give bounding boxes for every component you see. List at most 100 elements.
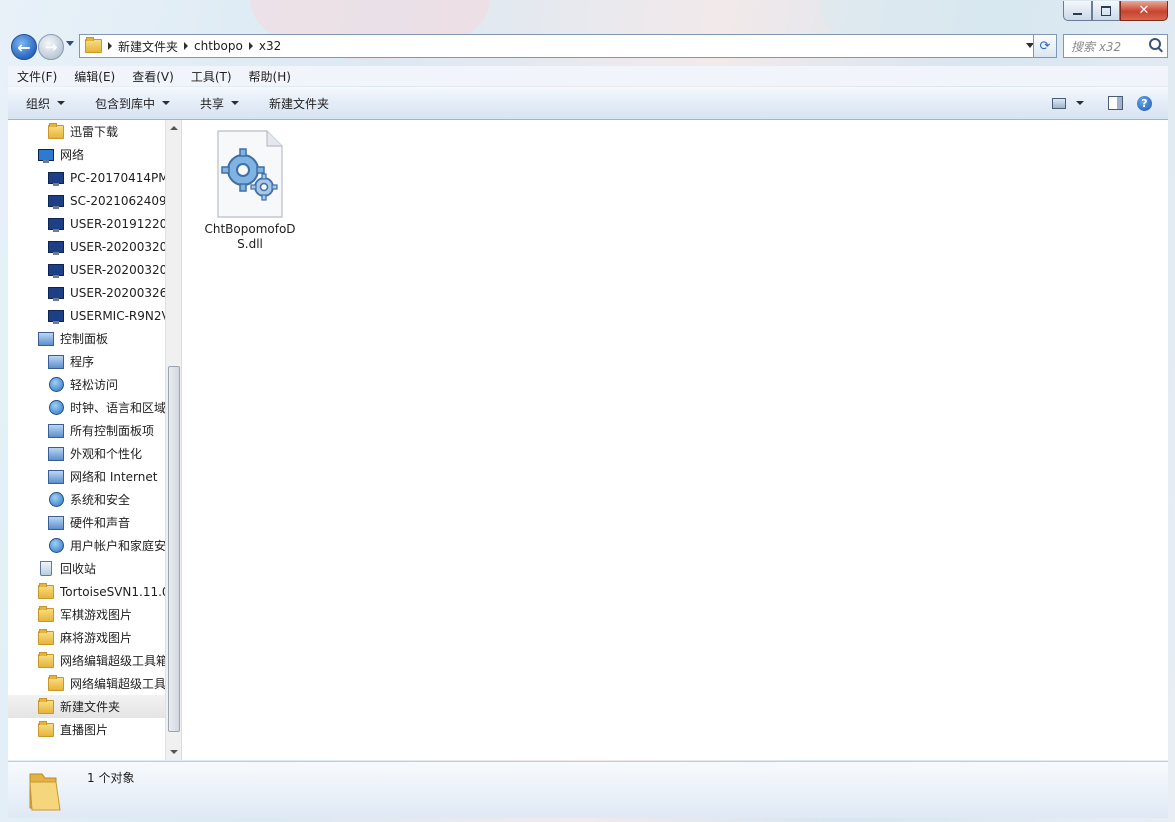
chevron-down-icon [57, 101, 66, 105]
organize-button[interactable]: 组织 [8, 95, 77, 112]
include-in-library-label: 包含到库中 [95, 96, 156, 111]
view-icon [1052, 97, 1066, 109]
folder-icon [26, 768, 70, 812]
hardware-sound-icon [48, 515, 64, 531]
breadcrumb-item[interactable]: 新建文件夹 [112, 38, 184, 55]
nav-item-label: 轻松访问 [70, 378, 119, 392]
nav-item-label: TortoiseSVN1.11.0 [60, 584, 165, 599]
breadcrumb-item[interactable]: x32 [253, 39, 287, 53]
nav-item-label: 控制面板 [60, 332, 109, 346]
network-internet-icon [48, 469, 64, 485]
help-button[interactable]: ? [1137, 95, 1152, 111]
navigation-pane: 迅雷下载网络 PC-20170414PM SC-20210624091 USER-20… [8, 120, 182, 760]
nav-item-label: 网络 [60, 148, 85, 162]
nav-item[interactable]: 用户帐户和家庭安全 [8, 534, 165, 557]
nav-item[interactable]: 外观和个性化 [8, 442, 165, 465]
preview-pane-button[interactable] [1108, 96, 1123, 110]
nav-item[interactable]: 迅雷下载 [8, 120, 165, 143]
maximize-button[interactable] [1092, 1, 1120, 21]
close-button[interactable]: ✕ [1120, 1, 1168, 21]
nav-item[interactable]: 回收站 [8, 557, 165, 580]
window-frame: ✕ ← → 新建文件夹 chtbopo x32 ⟳ 搜索 x32 文件(F) 编… [0, 0, 1175, 822]
nav-item-label: 军棋游戏图片 [60, 608, 133, 622]
clock-language-icon [48, 400, 64, 416]
nav-item-label: 网络编辑超级工具 [70, 677, 165, 691]
nav-item[interactable]: 新建文件夹 [8, 695, 165, 718]
chevron-down-icon [162, 101, 171, 105]
nav-item[interactable]: 网络和 Internet [8, 465, 165, 488]
minimize-button[interactable] [1063, 1, 1092, 21]
details-pane: 1 个对象 [8, 761, 1168, 818]
recent-pages-dropdown[interactable] [66, 41, 74, 46]
nav-item[interactable]: 军棋游戏图片 [8, 603, 165, 626]
dll-file-icon-graphic [217, 130, 283, 218]
nav-item[interactable]: 系统和安全 [8, 488, 165, 511]
command-bar-right: ? [1052, 87, 1168, 119]
recycle-bin-icon [38, 561, 54, 577]
nav-item[interactable]: 所有控制面板项 [8, 419, 165, 442]
nav-item-label: 迅雷下载 [70, 125, 119, 139]
file-name: ChtBopomofoDS.dll [204, 222, 296, 251]
menu-edit[interactable]: 编辑(E) [65, 68, 123, 85]
share-label: 共享 [200, 96, 225, 111]
menu-file[interactable]: 文件(F) [8, 68, 65, 85]
nav-item[interactable]: SC-20210624091 [8, 189, 165, 212]
nav-item[interactable]: 麻将游戏图片 [8, 626, 165, 649]
share-button[interactable]: 共享 [182, 95, 251, 112]
nav-item[interactable]: 硬件和声音 [8, 511, 165, 534]
nav-item[interactable]: USERMIC-R9N2V [8, 304, 165, 327]
forward-button[interactable]: → [38, 34, 64, 60]
system-security-icon [48, 492, 64, 508]
folder-icon-graphic [29, 773, 61, 811]
nav-item[interactable]: USER-20200320( [8, 258, 165, 281]
nav-item[interactable]: 轻松访问 [8, 373, 165, 396]
nav-scrollbar[interactable] [165, 120, 181, 760]
nav-item[interactable]: 控制面板 [8, 327, 165, 350]
folder-icon [38, 582, 54, 600]
menu-tools[interactable]: 工具(T) [182, 68, 240, 85]
nav-item[interactable]: USER-20200326V [8, 281, 165, 304]
search-input[interactable]: 搜索 x32 [1063, 34, 1168, 58]
nav-item[interactable]: 网络编辑超级工具箱 [8, 649, 165, 672]
file-item[interactable]: ChtBopomofoDS.dll [200, 130, 300, 252]
address-bar[interactable]: 新建文件夹 chtbopo x32 [79, 34, 1039, 58]
nav-item[interactable]: USER-20191220I [8, 212, 165, 235]
nav-item[interactable]: TortoiseSVN1.11.0 [8, 580, 165, 603]
nav-item-label: 程序 [70, 355, 95, 369]
nav-item-label: 所有控制面板项 [70, 424, 155, 438]
computer-icon [48, 239, 64, 255]
nav-item[interactable]: 网络 [8, 143, 165, 166]
scroll-thumb[interactable] [168, 366, 180, 732]
search-placeholder: 搜索 x32 [1071, 40, 1122, 54]
change-view-button[interactable] [1052, 97, 1084, 109]
nav-item-label: 硬件和声音 [70, 516, 131, 530]
file-list: ChtBopomofoDS.dll [182, 120, 1168, 760]
nav-item-label: 网络和 Internet [70, 470, 158, 484]
nav-item[interactable]: 程序 [8, 350, 165, 373]
network-icon [38, 147, 54, 163]
download-folder-icon [48, 122, 64, 140]
nav-item[interactable]: USER-20200320. [8, 235, 165, 258]
folder-icon [38, 697, 54, 715]
nav-item[interactable]: 直播图片 [8, 718, 165, 741]
scroll-down-icon[interactable] [170, 750, 178, 754]
menu-help[interactable]: 帮助(H) [240, 68, 299, 85]
menu-view[interactable]: 查看(V) [123, 68, 182, 85]
nav-item[interactable]: PC-20170414PM [8, 166, 165, 189]
command-bar: 组织 包含到库中 共享 新建文件夹 ? [8, 87, 1168, 120]
status-text: 1 个对象 [87, 771, 135, 785]
nav-item[interactable]: 时钟、语言和区域 [8, 396, 165, 419]
ease-of-access-icon [48, 377, 64, 393]
back-button[interactable]: ← [11, 34, 37, 60]
control-panel-icon [38, 331, 54, 347]
new-folder-button[interactable]: 新建文件夹 [251, 95, 341, 112]
folder-icon [38, 651, 54, 669]
refresh-button[interactable]: ⟳ [1033, 34, 1057, 58]
nav-item[interactable]: 网络编辑超级工具 [8, 672, 165, 695]
breadcrumb-item[interactable]: chtbopo [188, 39, 249, 53]
scroll-up-icon[interactable] [170, 126, 178, 130]
nav-item-label: USER-20200320. [70, 239, 165, 254]
nav-item-label: USER-20191220I [70, 216, 165, 231]
user-accounts-icon [48, 538, 64, 554]
include-in-library-button[interactable]: 包含到库中 [77, 95, 182, 112]
